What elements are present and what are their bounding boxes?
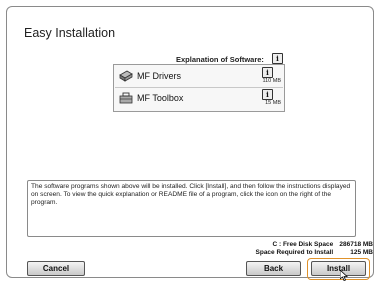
program-list: MF Drivers i 110 MB MF Toolbox i 15 MB bbox=[113, 64, 285, 112]
explanation-label: Explanation of Software: bbox=[176, 55, 264, 64]
description-box: The software programs shown above will b… bbox=[27, 180, 356, 237]
toolbox-icon bbox=[119, 92, 133, 104]
program-size: 15 MB bbox=[265, 100, 281, 106]
program-name: MF Drivers bbox=[137, 71, 181, 81]
disk-space-info: C : Free Disk Space 286718 MB Space Requ… bbox=[256, 241, 373, 256]
program-name: MF Toolbox bbox=[137, 93, 184, 103]
list-item: MF Toolbox i 15 MB bbox=[115, 88, 283, 109]
required-space-value: 125 MB bbox=[350, 248, 373, 256]
installer-window bbox=[6, 6, 374, 278]
free-space-label: C : Free Disk Space bbox=[272, 241, 334, 248]
cancel-button[interactable]: Cancel bbox=[27, 261, 85, 276]
info-icon[interactable]: i bbox=[272, 53, 283, 64]
mouse-cursor-icon bbox=[340, 270, 348, 281]
list-item: MF Drivers i 110 MB bbox=[115, 66, 283, 88]
program-size: 110 MB bbox=[262, 78, 281, 84]
printer-driver-icon bbox=[119, 70, 133, 82]
page-title: Easy Installation bbox=[24, 26, 116, 40]
install-button[interactable]: Install bbox=[311, 261, 366, 276]
required-space-label: Space Required to Install bbox=[255, 248, 334, 256]
info-icon[interactable]: i bbox=[262, 67, 273, 78]
back-button[interactable]: Back bbox=[246, 261, 301, 276]
free-space-value: 286718 MB bbox=[339, 241, 373, 248]
info-icon[interactable]: i bbox=[262, 89, 273, 100]
